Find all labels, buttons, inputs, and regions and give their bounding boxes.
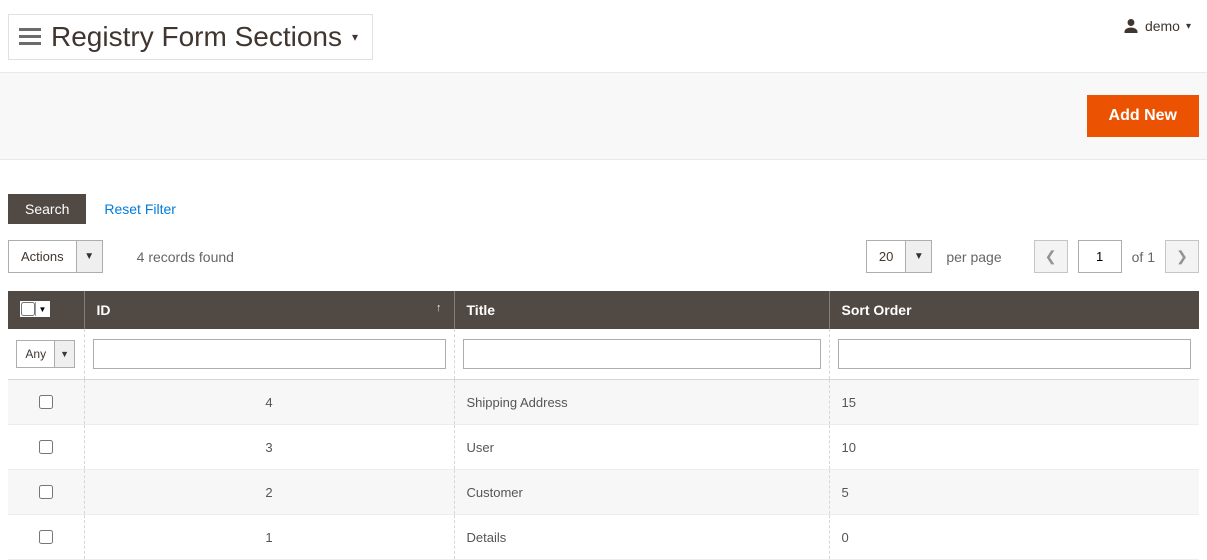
caret-down-icon: ▼: [905, 241, 931, 272]
next-page-button[interactable]: ❯: [1165, 240, 1199, 273]
row-checkbox[interactable]: [39, 440, 53, 454]
sort-asc-icon: ↑: [436, 302, 442, 314]
hamburger-icon: [19, 28, 41, 46]
per-page-label: per page: [946, 249, 1001, 265]
cell-id: 1: [84, 515, 454, 560]
cell-sort-order: 15: [829, 380, 1199, 425]
table-row[interactable]: 2Customer5: [8, 470, 1199, 515]
page-input[interactable]: [1078, 240, 1122, 273]
column-header-checkbox[interactable]: ▼: [8, 291, 84, 329]
cell-id: 3: [84, 425, 454, 470]
actions-label: Actions: [9, 241, 76, 272]
cell-id: 4: [84, 380, 454, 425]
caret-down-icon: ▼: [54, 341, 74, 367]
page-of: of 1: [1132, 249, 1155, 265]
page-title-menu[interactable]: Registry Form Sections ▾: [8, 14, 373, 60]
cell-sort-order: 5: [829, 470, 1199, 515]
prev-page-button[interactable]: ❮: [1034, 240, 1068, 273]
table-row[interactable]: 3User10: [8, 425, 1199, 470]
records-found: 4 records found: [137, 249, 234, 265]
row-checkbox[interactable]: [39, 395, 53, 409]
per-page-value: 20: [867, 241, 905, 272]
cell-title: Customer: [454, 470, 829, 515]
cell-title: Details: [454, 515, 829, 560]
column-header-title[interactable]: Title: [454, 291, 829, 329]
cell-title: User: [454, 425, 829, 470]
cell-id: 2: [84, 470, 454, 515]
user-name: demo: [1145, 18, 1180, 34]
column-header-id[interactable]: ID ↑: [84, 291, 454, 329]
caret-down-icon: ▾: [1186, 21, 1191, 32]
add-new-button[interactable]: Add New: [1087, 95, 1199, 137]
reset-filter-link[interactable]: Reset Filter: [104, 201, 176, 217]
filter-title-input[interactable]: [463, 339, 821, 369]
table-row[interactable]: 4Shipping Address15: [8, 380, 1199, 425]
cell-title: Shipping Address: [454, 380, 829, 425]
caret-down-icon: ▼: [76, 241, 102, 272]
page-title: Registry Form Sections: [51, 21, 342, 53]
actions-dropdown[interactable]: Actions ▼: [8, 240, 103, 273]
filter-checkbox-dropdown[interactable]: Any ▼: [16, 340, 75, 368]
caret-down-icon: ▾: [352, 30, 358, 44]
cell-sort-order: 10: [829, 425, 1199, 470]
chevron-left-icon: ❮: [1045, 248, 1057, 265]
select-all-checkbox[interactable]: [21, 302, 35, 316]
row-checkbox[interactable]: [39, 485, 53, 499]
filter-id-input[interactable]: [93, 339, 446, 369]
cell-sort-order: 0: [829, 515, 1199, 560]
user-menu[interactable]: demo ▾: [1115, 14, 1199, 38]
table-row[interactable]: 1Details0: [8, 515, 1199, 560]
user-icon: [1123, 18, 1139, 34]
search-button[interactable]: Search: [8, 194, 86, 224]
column-header-sort-order[interactable]: Sort Order: [829, 291, 1199, 329]
chevron-right-icon: ❯: [1176, 248, 1188, 265]
caret-down-icon: ▼: [35, 302, 49, 316]
filter-sort-order-input[interactable]: [838, 339, 1192, 369]
per-page-dropdown[interactable]: 20 ▼: [866, 240, 932, 273]
row-checkbox[interactable]: [39, 530, 53, 544]
